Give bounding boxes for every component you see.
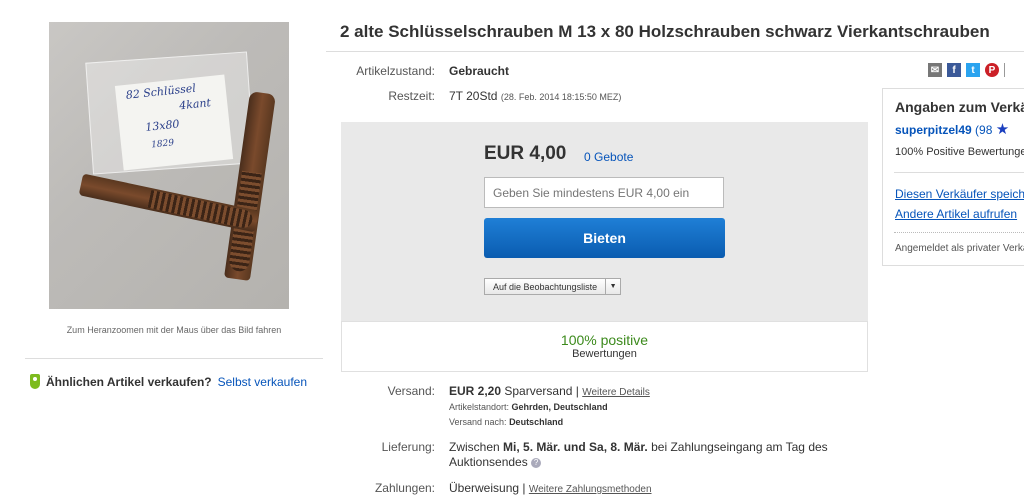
zoom-caption: Zum Heranzoomen mit der Maus über das Bi… — [66, 325, 282, 335]
feedback-label: Bewertungen — [572, 348, 637, 360]
note-line: 4kant — [178, 96, 212, 113]
note-line: 13x80 — [144, 117, 181, 134]
divider — [1004, 63, 1005, 77]
item-title: 2 alte Schlüsselschrauben M 13 x 80 Holz… — [340, 22, 990, 41]
shipping-info: EUR 2,20 Sparversand | Weitere Details — [449, 384, 650, 398]
place-bid-button[interactable]: Bieten — [484, 218, 725, 258]
delivery-info: Zwischen Mi, 5. Mär. und Sa, 8. Mär. bei… — [449, 440, 859, 470]
payment-method: Überweisung — [449, 481, 520, 495]
item-location-value: Gehrden, Deutschland — [511, 402, 608, 412]
condition-label: Artikelzustand: — [356, 64, 435, 78]
auction-end-date: (28. Feb. 2014 18:15:50 MEZ) — [500, 92, 622, 102]
shipping-price: EUR 2,20 — [449, 384, 502, 398]
sell-similar-question: Ähnlichen Artikel verkaufen? — [46, 374, 212, 389]
ships-to: Versand nach: Deutschland — [449, 417, 563, 427]
share-bar: ✉ f t P — [928, 63, 1005, 77]
seller-other-items-link[interactable]: Andere Artikel aufrufen — [895, 207, 1017, 221]
item-photo[interactable]: 82 Schlüssel 4kant 13x80 1829 — [49, 22, 289, 309]
shipping-details-link[interactable]: Weitere Details — [582, 387, 650, 398]
sell-similar-row: Ähnlichen Artikel verkaufen? Selbst verk… — [30, 374, 307, 389]
bid-count-link[interactable]: 0 Gebote — [584, 150, 633, 164]
delivery-dates: Mi, 5. Mär. und Sa, 8. Mär. — [503, 440, 648, 454]
seller-feedback-summary: 100% positive Bewertungen — [341, 321, 868, 372]
twitter-icon[interactable]: t — [966, 63, 980, 77]
screw-diagonal — [78, 173, 260, 233]
feedback-percent: 100% positive — [560, 332, 649, 348]
watchlist-button[interactable]: Auf die Beobachtungsliste ▼ — [484, 278, 622, 295]
pinterest-icon[interactable]: P — [985, 63, 999, 77]
seller-rating-count[interactable]: (98 — [975, 123, 992, 137]
shipping-label: Versand: — [387, 384, 435, 398]
time-left-duration: 7T 20Std — [449, 89, 498, 103]
divider — [894, 172, 1024, 173]
seller-info-title: Angaben zum Verkäufer — [895, 99, 1024, 115]
seller-positive-feedback: 100% Positive Bewertungen — [895, 146, 1024, 158]
shipping-method: Sparversand — [504, 384, 573, 398]
divider — [326, 51, 1024, 52]
facebook-icon[interactable]: f — [947, 63, 961, 77]
condition-value: Gebraucht — [449, 64, 510, 78]
delivery-label: Lieferung: — [381, 440, 435, 454]
mail-icon[interactable]: ✉ — [928, 63, 942, 77]
ships-to-value: Deutschland — [509, 417, 564, 427]
time-left-label: Restzeit: — [388, 89, 435, 103]
item-location-label: Artikelstandort: — [449, 402, 510, 412]
bid-amount-input[interactable] — [484, 177, 724, 208]
payment-label: Zahlungen: — [374, 481, 435, 495]
chevron-down-icon[interactable]: ▼ — [605, 279, 620, 294]
item-location: Artikelstandort: Gehrden, Deutschland — [449, 402, 608, 412]
seller-name-row: superpitzel49 (98 ★ — [895, 120, 1009, 138]
price-tag-icon — [30, 374, 40, 389]
seller-type-note: Angemeldet als privater Verkäufer — [895, 243, 1024, 254]
time-left-value: 7T 20Std (28. Feb. 2014 18:15:50 MEZ) — [449, 89, 621, 103]
divider — [25, 358, 323, 359]
note-line: 1829 — [150, 138, 175, 151]
help-icon[interactable]: ? — [531, 457, 542, 468]
sell-yourself-link[interactable]: Selbst verkaufen — [218, 375, 307, 389]
payment-info: Überweisung | Weitere Zahlungsmethoden — [449, 481, 652, 495]
handwritten-note: 82 Schlüssel 4kant 13x80 1829 — [114, 74, 234, 171]
ships-to-label: Versand nach: — [449, 417, 507, 427]
divider — [894, 232, 1024, 233]
star-icon: ★ — [995, 121, 1010, 138]
seller-name-link[interactable]: superpitzel49 — [895, 123, 972, 137]
save-seller-link[interactable]: Diesen Verkäufer speichern — [895, 187, 1024, 201]
current-price: EUR 4,00 — [484, 143, 567, 164]
delivery-prefix: Zwischen — [449, 440, 500, 454]
watchlist-label[interactable]: Auf die Beobachtungsliste — [485, 279, 605, 294]
